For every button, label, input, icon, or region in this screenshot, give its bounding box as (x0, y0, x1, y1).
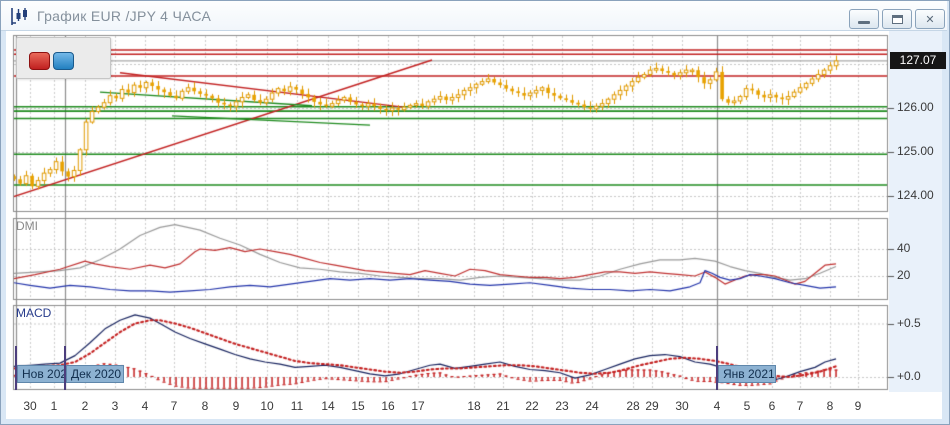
macd-panel-label: MACD (16, 306, 52, 320)
time-tick-label: 7 (170, 399, 178, 413)
time-tick-label: 23 (555, 399, 569, 413)
blue-marker-button[interactable] (53, 52, 74, 70)
time-tick-label: 5 (743, 399, 751, 413)
time-tick-label: 17 (411, 399, 425, 413)
time-tick-label: 8 (826, 399, 834, 413)
time-tick-label: 9 (232, 399, 240, 413)
application-window: График EUR /JPY 4 ЧАСА ✕ DMI MACD 127.07… (0, 0, 950, 425)
time-tick-label: 3 (111, 399, 119, 413)
time-tick-label: 10 (260, 399, 274, 413)
time-tick-label: 24 (585, 399, 599, 413)
time-tick-label: 4 (713, 399, 721, 413)
time-tick-label: 11 (290, 399, 304, 413)
dmi-axis-label: 20 (897, 268, 911, 282)
time-tick-label: 9 (854, 399, 862, 413)
month-badge: Янв 2021 (718, 365, 776, 383)
time-tick-label: 30 (675, 399, 689, 413)
red-marker-button[interactable] (29, 52, 50, 70)
time-tick-label: 29 (645, 399, 659, 413)
macd-axis-label: +0.0 (897, 369, 921, 383)
macd-axis-label: +0.5 (897, 316, 921, 330)
time-tick-label: 7 (796, 399, 804, 413)
time-tick-label: 22 (525, 399, 539, 413)
time-tick-label: 2 (81, 399, 89, 413)
time-tick-label: 15 (351, 399, 365, 413)
dmi-axis-label: 40 (897, 241, 911, 255)
time-tick-label: 16 (381, 399, 395, 413)
month-badge: Нов 202 (17, 365, 65, 383)
dmi-panel-label: DMI (16, 219, 38, 233)
time-tick-label: 21 (496, 399, 510, 413)
time-tick-label: 8 (201, 399, 209, 413)
time-tick-label: 18 (467, 399, 481, 413)
time-tick-label: 4 (141, 399, 149, 413)
chart-canvas[interactable] (0, 0, 950, 425)
time-tick-label: 6 (768, 399, 776, 413)
time-tick-label: 14 (321, 399, 335, 413)
price-axis-label: 124.00 (897, 188, 934, 202)
price-axis-label: 125.00 (897, 144, 934, 158)
time-tick-label: 30 (23, 399, 37, 413)
price-axis-label: 126.00 (897, 100, 934, 114)
current-price-badge: 127.07 (890, 52, 946, 69)
time-tick-label: 1 (50, 399, 58, 413)
month-badge: Дек 2020 (66, 365, 124, 383)
series-toolbar (16, 37, 111, 79)
